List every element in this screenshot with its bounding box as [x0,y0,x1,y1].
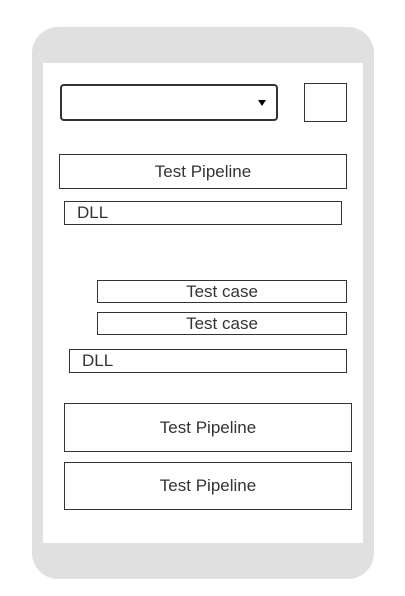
test-pipeline-button-1[interactable]: Test Pipeline [64,403,352,452]
caret-down-icon [258,100,266,106]
dll-item-second[interactable]: DLL [69,349,347,373]
square-button[interactable] [304,83,347,122]
test-case-item-1[interactable]: Test case [97,280,347,303]
dll-label: DLL [77,203,109,222]
test-case-item-2[interactable]: Test case [97,312,347,335]
dll-label: DLL [82,351,114,370]
test-case-label: Test case [186,281,258,301]
dropdown-select[interactable] [60,84,278,121]
test-pipeline-button-2[interactable]: Test Pipeline [64,462,352,510]
test-pipeline-label: Test Pipeline [159,476,257,495]
test-pipeline-button-top[interactable]: Test Pipeline [59,154,347,189]
dll-item-first[interactable]: DLL [64,201,342,225]
test-case-label: Test case [186,313,258,333]
test-pipeline-label: Test Pipeline [159,417,257,437]
test-pipeline-label: Test Pipeline [154,161,252,181]
